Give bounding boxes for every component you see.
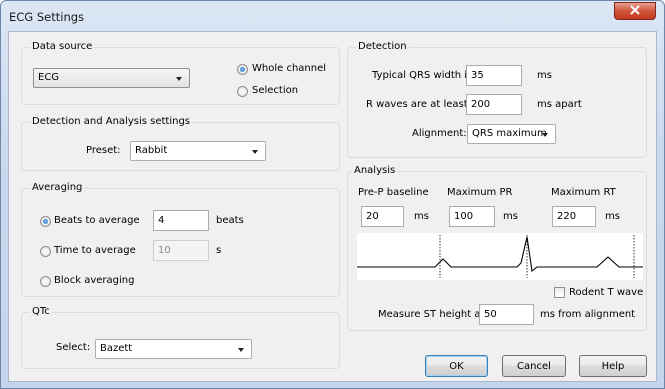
st-height-label: Measure ST height at bbox=[378, 309, 485, 320]
ecg-waveform-diagram bbox=[357, 233, 643, 280]
alignment-value: QRS maximum bbox=[472, 128, 547, 139]
averaging-group: Averaging Beats to average beats Time to… bbox=[21, 182, 340, 297]
maximum-rt-unit: ms bbox=[605, 211, 620, 222]
pre-p-baseline-label: Pre-P baseline bbox=[358, 187, 429, 198]
qrs-width-label: Typical QRS width is bbox=[372, 70, 473, 81]
qrs-width-input[interactable] bbox=[466, 65, 522, 86]
beats-to-average-radio[interactable] bbox=[40, 216, 51, 227]
preset-select[interactable]: Rabbit bbox=[130, 141, 266, 161]
detection-analysis-group: Detection and Analysis settings Preset: … bbox=[21, 116, 340, 171]
pre-p-baseline-input[interactable] bbox=[361, 206, 404, 227]
data-source-select[interactable]: ECG bbox=[33, 68, 190, 88]
maximum-pr-input[interactable] bbox=[449, 206, 495, 227]
data-source-value: ECG bbox=[38, 72, 60, 83]
help-button[interactable]: Help bbox=[579, 355, 647, 377]
maximum-pr-unit: ms bbox=[503, 211, 518, 222]
alignment-select[interactable]: QRS maximum bbox=[467, 124, 556, 144]
qtc-label: QTc bbox=[30, 306, 52, 317]
chevron-down-icon bbox=[252, 150, 258, 154]
time-to-average-radio[interactable] bbox=[40, 246, 51, 257]
block-averaging-radio[interactable] bbox=[40, 276, 51, 287]
qtc-select-value: Bazett bbox=[100, 343, 133, 354]
r-wave-input[interactable] bbox=[466, 94, 522, 115]
preset-value: Rabbit bbox=[135, 145, 168, 156]
chevron-down-icon bbox=[542, 133, 548, 137]
qtc-group: QTc Select: Bazett bbox=[21, 306, 340, 369]
pre-p-unit: ms bbox=[414, 211, 429, 222]
rodent-t-wave-label: Rodent T wave bbox=[569, 287, 644, 298]
r-wave-unit: ms apart bbox=[537, 99, 582, 110]
alignment-label: Alignment: bbox=[412, 128, 467, 139]
beats-to-average-label: Beats to average bbox=[54, 215, 140, 226]
data-source-label: Data source bbox=[30, 41, 95, 52]
beats-to-average-input[interactable] bbox=[153, 210, 209, 231]
analysis-group: Analysis Pre-P baseline Maximum PR Maxim… bbox=[347, 165, 647, 331]
cancel-button-label: Cancel bbox=[517, 360, 551, 372]
qtc-select[interactable]: Bazett bbox=[95, 339, 252, 359]
cancel-button[interactable]: Cancel bbox=[502, 355, 566, 377]
st-height-input[interactable] bbox=[479, 304, 534, 325]
close-button[interactable] bbox=[614, 2, 656, 20]
detection-analysis-label: Detection and Analysis settings bbox=[30, 116, 193, 127]
ok-button-label: OK bbox=[449, 360, 464, 372]
maximum-pr-label: Maximum PR bbox=[447, 187, 513, 198]
time-to-average-input[interactable] bbox=[153, 240, 209, 261]
time-unit: s bbox=[216, 245, 222, 256]
st-height-unit: ms from alignment bbox=[540, 309, 636, 320]
selection-label: Selection bbox=[252, 85, 299, 96]
chevron-down-icon bbox=[238, 348, 244, 352]
r-wave-label: R waves are at least bbox=[366, 99, 468, 110]
block-averaging-label: Block averaging bbox=[54, 275, 135, 286]
maximum-rt-input[interactable] bbox=[552, 206, 596, 227]
rodent-t-wave-checkbox[interactable] bbox=[554, 287, 565, 298]
whole-channel-label: Whole channel bbox=[252, 63, 327, 74]
chevron-down-icon bbox=[176, 77, 182, 81]
preset-label: Preset: bbox=[86, 145, 121, 156]
selection-radio[interactable] bbox=[237, 86, 248, 97]
whole-channel-radio[interactable] bbox=[237, 64, 248, 75]
data-source-group: Data source ECG Whole channel Selection bbox=[21, 41, 340, 105]
title-bar: ECG Settings bbox=[1, 1, 664, 31]
dialog-body: Data source ECG Whole channel Selection … bbox=[8, 31, 657, 382]
analysis-label: Analysis bbox=[352, 165, 398, 176]
detection-label: Detection bbox=[356, 41, 409, 52]
qtc-select-label: Select: bbox=[56, 342, 91, 353]
ecg-settings-dialog: ECG Settings Data source ECG Whole chann… bbox=[0, 0, 665, 389]
close-icon bbox=[629, 4, 641, 18]
maximum-rt-label: Maximum RT bbox=[551, 187, 616, 198]
detection-group: Detection Typical QRS width is ms R wave… bbox=[347, 41, 647, 158]
window-title: ECG Settings bbox=[9, 10, 85, 24]
averaging-label: Averaging bbox=[30, 182, 85, 193]
help-button-label: Help bbox=[601, 360, 625, 372]
time-to-average-label: Time to average bbox=[54, 245, 136, 256]
qrs-width-unit: ms bbox=[537, 70, 552, 81]
ok-button[interactable]: OK bbox=[425, 355, 488, 377]
beats-unit: beats bbox=[216, 215, 244, 226]
